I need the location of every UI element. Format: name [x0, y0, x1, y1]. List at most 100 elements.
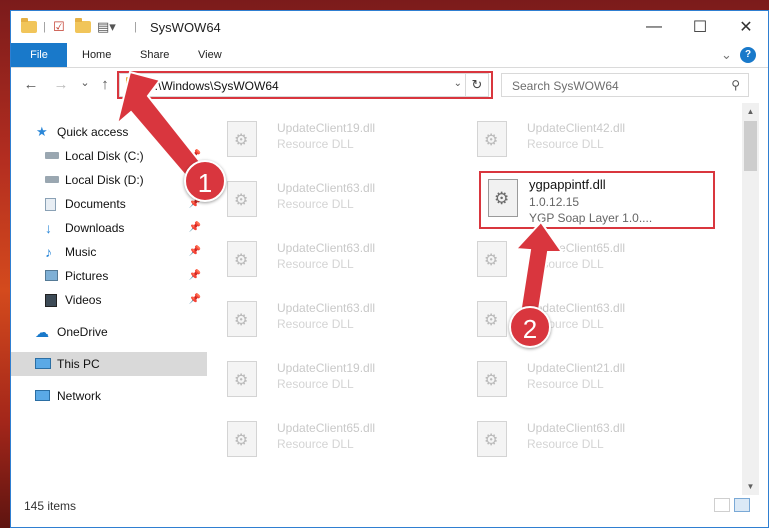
file-type: Resource DLL: [277, 317, 354, 331]
sidebar-item-music[interactable]: ♪ Music 📌: [11, 240, 207, 264]
sidebar-item-label: Local Disk (C:): [65, 149, 144, 163]
dll-file-icon: [227, 241, 257, 277]
music-icon: ♪: [45, 244, 52, 260]
dll-file-icon: [227, 421, 257, 457]
sidebar-item-label: Documents: [65, 197, 126, 211]
forward-button[interactable]: →: [51, 76, 71, 94]
sidebar-item-label: This PC: [57, 357, 100, 371]
file-name: UpdateClient19.dll: [277, 361, 376, 375]
sidebar-item-local-disk-d[interactable]: Local Disk (D:) 📌: [11, 168, 207, 192]
file-item[interactable]: UpdateClient65.dll Resource DLL: [207, 411, 442, 461]
sidebar-item-downloads[interactable]: ↓ Downloads 📌: [11, 216, 207, 240]
up-button[interactable]: ↑: [95, 76, 115, 94]
dll-file-icon: [477, 121, 507, 157]
help-icon[interactable]: ?: [740, 47, 756, 63]
tab-home[interactable]: Home: [82, 43, 111, 67]
dll-file-icon: [227, 301, 257, 337]
separator: |: [134, 21, 137, 33]
sidebar-item-videos[interactable]: Videos 📌: [11, 288, 207, 312]
documents-icon: [45, 198, 56, 211]
file-name: UpdateClient21.dll: [527, 361, 626, 375]
pin-icon[interactable]: 📌: [189, 288, 201, 312]
properties-check-icon[interactable]: ☑: [53, 19, 65, 35]
new-folder-icon[interactable]: [75, 18, 91, 35]
pictures-icon: [45, 270, 58, 281]
tiles-view-icon[interactable]: [734, 498, 750, 512]
status-bar: 145 items: [11, 495, 768, 519]
scroll-down-icon[interactable]: ▼: [742, 478, 759, 495]
customize-quick-access-icon[interactable]: ▤▾: [97, 19, 116, 35]
videos-icon: [45, 294, 57, 307]
vertical-scrollbar[interactable]: ▲ ▼: [742, 103, 759, 495]
maximize-button[interactable]: ☐: [677, 11, 723, 43]
sidebar-item-this-pc[interactable]: This PC: [11, 352, 207, 376]
file-name: UpdateClient63.dll: [277, 181, 376, 195]
file-item[interactable]: UpdateClient63.dllResource DLL: [457, 411, 692, 461]
ribbon-tabs: File Home Share View ⌄ ?: [11, 43, 768, 68]
search-placeholder[interactable]: Search SysWOW64: [512, 79, 619, 93]
cloud-icon: ☁: [35, 324, 49, 340]
tab-share[interactable]: Share: [140, 43, 169, 67]
file-item[interactable]: UpdateClient63.dllResource DLL: [207, 291, 442, 341]
window-title: SysWOW64: [150, 20, 221, 35]
file-item[interactable]: UpdateClient63.dll Resource DLL: [207, 171, 442, 221]
file-name: UpdateClient63.dll: [277, 241, 376, 255]
search-icon[interactable]: ⚲: [731, 78, 740, 92]
sidebar-item-local-disk-c[interactable]: Local Disk (C:) 📌: [11, 144, 207, 168]
file-type: Resource DLL: [277, 377, 354, 391]
dll-file-icon: [477, 301, 507, 337]
sidebar-item-label: Quick access: [57, 125, 129, 139]
back-button[interactable]: ←: [21, 76, 41, 94]
file-item[interactable]: UpdateClient63.dllResource DLL: [207, 231, 442, 281]
navigation-bar: ← → ⌄ ↑ C:\Windows\SysWOW64 ⌄ ↻ Search S…: [11, 68, 768, 103]
file-name: ygpappintf.dll: [529, 177, 606, 192]
file-item[interactable]: UpdateClient65.dll Resource DLL: [457, 231, 692, 281]
file-item[interactable]: UpdateClient63.dllResource DLL: [457, 291, 692, 341]
file-type: Resource DLL: [527, 257, 604, 271]
highlighted-file-item[interactable]: ygpappintf.dll 1.0.12.15 YGP Soap Layer …: [479, 171, 715, 229]
file-type: Resource DLL: [277, 197, 354, 211]
pin-icon[interactable]: 📌: [189, 240, 201, 264]
sidebar-item-quick-access[interactable]: ★ Quick access: [11, 120, 207, 144]
file-item[interactable]: UpdateClient19.dll Resource DLL: [207, 351, 442, 401]
recent-locations-button[interactable]: ⌄: [75, 76, 95, 94]
item-count: 145 items: [24, 499, 77, 513]
sidebar-item-onedrive[interactable]: ☁ OneDrive: [11, 320, 207, 344]
sidebar-item-documents[interactable]: Documents 📌: [11, 192, 207, 216]
scroll-up-icon[interactable]: ▲: [742, 103, 759, 120]
expand-ribbon-icon[interactable]: ⌄: [721, 43, 732, 67]
file-name: UpdateClient19.dll: [277, 121, 376, 135]
tab-view[interactable]: View: [198, 43, 222, 67]
sidebar-item-label: Downloads: [65, 221, 125, 235]
sidebar-item-pictures[interactable]: Pictures 📌: [11, 264, 207, 288]
pin-icon[interactable]: 📌: [189, 216, 201, 240]
dll-file-icon: [227, 121, 257, 157]
details-view-icon[interactable]: [714, 498, 730, 512]
file-item[interactable]: UpdateClient19.dll Resource DLL: [207, 111, 442, 161]
sidebar-item-label: Local Disk (D:): [65, 173, 144, 187]
sidebar-item-label: Videos: [65, 293, 102, 307]
network-icon: [35, 390, 50, 401]
file-type: Resource DLL: [527, 437, 604, 451]
sidebar-item-network[interactable]: Network: [11, 384, 207, 408]
file-type: Resource DLL: [277, 137, 354, 151]
callout-2: 2: [509, 306, 551, 348]
folder-icon: [21, 18, 37, 35]
file-item[interactable]: UpdateClient21.dll Resource DLL: [457, 351, 692, 401]
pin-icon[interactable]: 📌: [189, 264, 201, 288]
search-box[interactable]: Search SysWOW64 ⚲: [501, 73, 749, 97]
star-icon: ★: [36, 124, 48, 139]
minimize-button[interactable]: —: [631, 11, 677, 43]
sidebar-item-label: OneDrive: [57, 325, 108, 339]
scrollbar-thumb[interactable]: [744, 121, 757, 171]
tab-file[interactable]: File: [11, 43, 67, 67]
close-button[interactable]: ✕: [723, 11, 768, 43]
file-type: Resource DLL: [277, 437, 354, 451]
dll-file-icon: [488, 179, 518, 217]
explorer-window: | ☑ ▤▾ | SysWOW64 — ☐ ✕ File Home Share …: [10, 10, 769, 528]
computer-icon: [35, 358, 51, 369]
file-type: Resource DLL: [527, 377, 604, 391]
file-item[interactable]: UpdateClient42.dll Resource DLL: [457, 111, 692, 161]
dll-file-icon: [227, 361, 257, 397]
dll-file-icon: [227, 181, 257, 217]
